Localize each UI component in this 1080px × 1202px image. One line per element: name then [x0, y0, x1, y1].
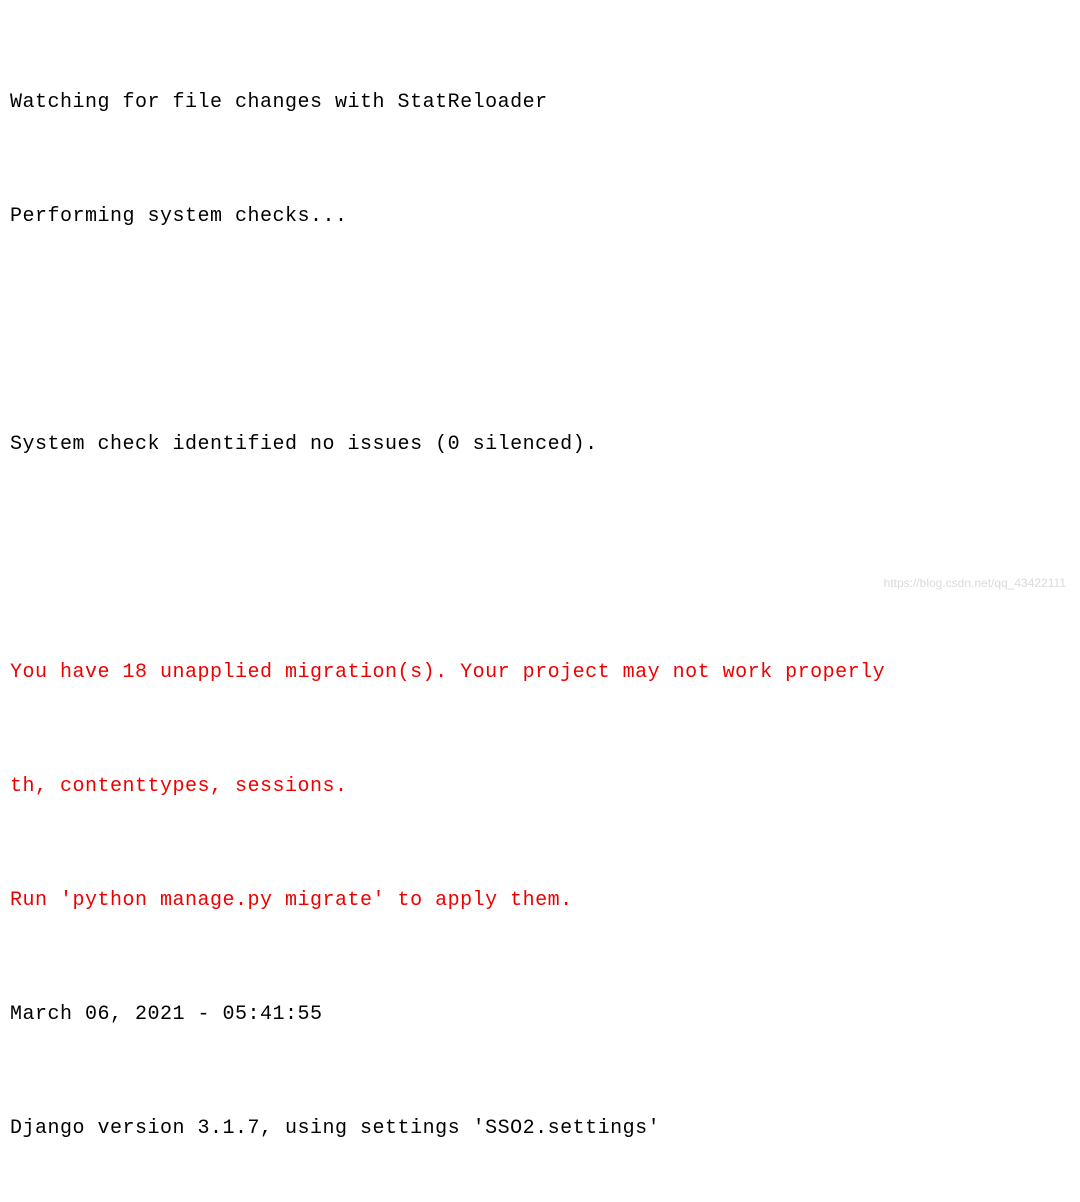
terminal-output: Watching for file changes with StatReloa…: [10, 8, 1070, 1202]
watermark-text: https://blog.csdn.net/qq_43422111: [884, 572, 1066, 595]
log-line-django-version: Django version 3.1.7, using settings 'SS…: [10, 1110, 1070, 1148]
log-line-check-result: System check identified no issues (0 sil…: [10, 426, 1070, 464]
log-line-migration-warning-3: Run 'python manage.py migrate' to apply …: [10, 882, 1070, 920]
blank-line: [10, 312, 1070, 350]
log-line-timestamp: March 06, 2021 - 05:41:55: [10, 996, 1070, 1034]
log-line-migration-warning-1: You have 18 unapplied migration(s). Your…: [10, 654, 1070, 692]
log-line-watcher: Watching for file changes with StatReloa…: [10, 84, 1070, 122]
log-line-system-checks: Performing system checks...: [10, 198, 1070, 236]
log-line-migration-warning-2: th, contenttypes, sessions.: [10, 768, 1070, 806]
